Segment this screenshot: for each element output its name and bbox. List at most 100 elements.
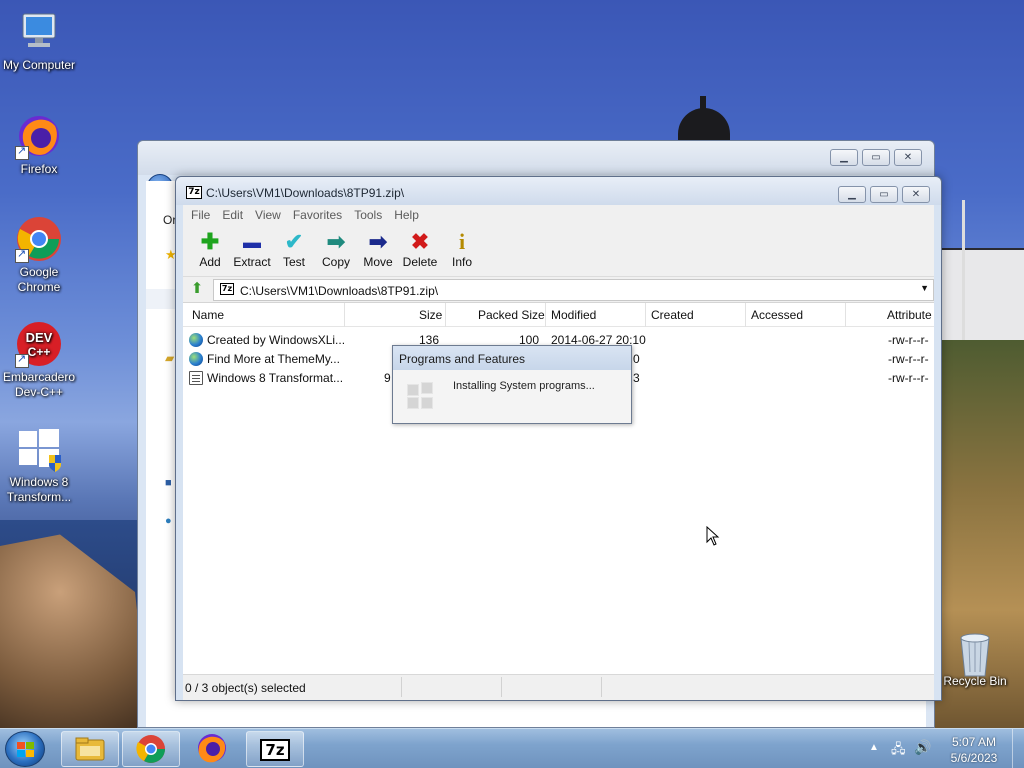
desktop-icon-recycle-bin[interactable]: Recycle Bin bbox=[933, 632, 1017, 689]
background-window-titlebar[interactable] bbox=[138, 141, 934, 175]
file-size: 9 bbox=[384, 371, 391, 385]
column-modified[interactable]: Modified bbox=[551, 308, 596, 322]
column-separator[interactable] bbox=[845, 303, 846, 327]
menu-view[interactable]: View bbox=[249, 205, 287, 225]
test-button[interactable]: ✔ Test bbox=[273, 225, 315, 270]
minus-icon: ▬ bbox=[243, 232, 261, 252]
globe-file-icon bbox=[189, 333, 203, 347]
desktop-icon-windows8-transform[interactable]: Windows 8 Transform... bbox=[0, 425, 81, 505]
selection-status: 0 / 3 object(s) selected bbox=[185, 681, 306, 695]
menu-edit[interactable]: Edit bbox=[216, 205, 249, 225]
desktop-icon-chrome[interactable]: Google Chrome bbox=[0, 215, 81, 295]
column-separator[interactable] bbox=[344, 303, 345, 327]
windows-logo-icon bbox=[407, 382, 435, 410]
taskbar-chrome[interactable] bbox=[122, 731, 180, 767]
taskbar-explorer[interactable] bbox=[61, 731, 119, 767]
menu-favorites[interactable]: Favorites bbox=[287, 205, 348, 225]
desktop-icon-label: Firefox bbox=[20, 162, 58, 176]
network-tray-icon[interactable]: 🖧 bbox=[891, 740, 906, 762]
nav-pane-item[interactable] bbox=[146, 289, 176, 309]
column-size[interactable]: Size bbox=[419, 308, 442, 322]
taskbar-firefox[interactable] bbox=[184, 731, 242, 767]
column-separator[interactable] bbox=[445, 303, 446, 327]
show-hidden-icons-chevron-icon[interactable]: ▲ bbox=[869, 742, 879, 753]
7zip-window[interactable]: 7z C:\Users\VM1\Downloads\8TP91.zip\ ▁ ▭… bbox=[175, 176, 942, 701]
7zip-titlebar[interactable]: 7z C:\Users\VM1\Downloads\8TP91.zip\ ▁ ▭… bbox=[176, 177, 941, 205]
address-path: C:\Users\VM1\Downloads\8TP91.zip\ bbox=[240, 284, 439, 298]
maximize-button[interactable]: ▭ bbox=[862, 149, 890, 166]
copy-button[interactable]: ➡ Copy bbox=[315, 225, 357, 270]
menu-tools[interactable]: Tools bbox=[348, 205, 388, 225]
column-name[interactable]: Name bbox=[192, 308, 224, 322]
folder-icon: ▰ bbox=[165, 351, 175, 365]
show-desktop-button[interactable] bbox=[1012, 729, 1024, 768]
desktop-icon-label: Windows 8 Transform... bbox=[6, 475, 72, 504]
desktop-icon-my-computer[interactable]: My Computer bbox=[0, 8, 81, 73]
archive-icon: 7z bbox=[220, 283, 234, 295]
delete-x-icon: ✖ bbox=[410, 229, 430, 254]
7zip-window-controls: ▁ ▭ ✕ bbox=[838, 186, 930, 203]
desktop-icon-label: My Computer bbox=[2, 58, 76, 72]
file-attributes: -rw-r--r- bbox=[888, 352, 929, 366]
check-icon: ✔ bbox=[284, 229, 304, 254]
background-window-controls: ▁ ▭ ✕ bbox=[830, 149, 922, 166]
close-button[interactable]: ✕ bbox=[894, 149, 922, 166]
start-button[interactable] bbox=[5, 731, 45, 767]
desktop-icon-label: Google Chrome bbox=[17, 265, 61, 294]
maximize-button[interactable]: ▭ bbox=[870, 186, 898, 203]
column-separator[interactable] bbox=[645, 303, 646, 327]
shortcut-arrow-icon bbox=[15, 144, 29, 160]
address-bar: ⬆ 7z C:\Users\VM1\Downloads\8TP91.zip\ ▼ bbox=[183, 277, 934, 303]
svg-text:C++: C++ bbox=[28, 345, 51, 359]
close-button[interactable]: ✕ bbox=[902, 186, 930, 203]
file-name: Find More at ThemeMy... bbox=[207, 352, 340, 366]
programs-features-dialog[interactable]: Programs and Features Installing System … bbox=[392, 345, 632, 424]
firefox-icon bbox=[15, 112, 63, 160]
windows-installer-icon bbox=[15, 425, 63, 473]
file-name: Created by WindowsXLi... bbox=[207, 333, 346, 347]
firefox-icon bbox=[198, 734, 226, 763]
computer-nav-icon: ■ bbox=[165, 477, 172, 489]
minimize-button[interactable]: ▁ bbox=[838, 186, 866, 203]
column-separator[interactable] bbox=[745, 303, 746, 327]
svg-text:DEV: DEV bbox=[26, 330, 53, 345]
info-button[interactable]: i Info bbox=[441, 225, 483, 270]
folder-icon bbox=[75, 737, 105, 761]
move-button[interactable]: ➡ Move bbox=[357, 225, 399, 270]
status-divider bbox=[601, 677, 602, 697]
column-header-row: Name Size Packed Size Modified Created A… bbox=[183, 303, 934, 327]
column-separator[interactable] bbox=[545, 303, 546, 327]
desktop-icon-devcpp[interactable]: DEVC++ Embarcadero Dev-C++ bbox=[0, 320, 81, 400]
file-modified: 0 bbox=[633, 352, 640, 366]
wallpaper-flagpole bbox=[962, 200, 965, 340]
menu-file[interactable]: File bbox=[185, 205, 216, 225]
taskbar-clock[interactable]: 5:07 AM 5/6/2023 bbox=[944, 734, 1004, 766]
status-divider bbox=[401, 677, 402, 697]
column-packed-size[interactable]: Packed Size bbox=[478, 308, 545, 322]
7zip-logo-icon: 7z bbox=[186, 186, 202, 199]
column-accessed[interactable]: Accessed bbox=[751, 308, 803, 322]
desktop-icon-firefox[interactable]: Firefox bbox=[0, 112, 81, 177]
delete-button[interactable]: ✖ Delete bbox=[399, 225, 441, 270]
recycle-bin-icon bbox=[955, 632, 995, 677]
column-attributes[interactable]: Attribute bbox=[887, 308, 932, 322]
folder-up-button[interactable]: ⬆ bbox=[187, 280, 207, 298]
move-arrow-icon: ➡ bbox=[368, 229, 388, 254]
column-created[interactable]: Created bbox=[651, 308, 694, 322]
chevron-down-icon[interactable]: ▼ bbox=[920, 283, 929, 293]
taskbar-7zip[interactable]: 7z bbox=[246, 731, 304, 767]
menu-help[interactable]: Help bbox=[388, 205, 425, 225]
clock-date: 5/6/2023 bbox=[950, 751, 998, 765]
chrome-icon bbox=[15, 215, 63, 263]
volume-icon[interactable]: 🔊 bbox=[914, 739, 931, 756]
menu-bar: File Edit View Favorites Tools Help bbox=[183, 205, 934, 225]
address-field[interactable]: 7z C:\Users\VM1\Downloads\8TP91.zip\ ▼ bbox=[213, 279, 934, 301]
file-modified: 3 bbox=[633, 371, 640, 385]
add-button[interactable]: ✚ Add bbox=[189, 225, 231, 270]
desktop-icon-label: Embarcadero Dev-C++ bbox=[2, 370, 76, 399]
extract-button[interactable]: ▬ Extract bbox=[231, 225, 273, 269]
minimize-button[interactable]: ▁ bbox=[830, 149, 858, 166]
status-bar: 0 / 3 object(s) selected bbox=[183, 674, 934, 700]
mouse-cursor-icon bbox=[706, 526, 720, 546]
wallpaper-lighthouse bbox=[678, 96, 730, 144]
